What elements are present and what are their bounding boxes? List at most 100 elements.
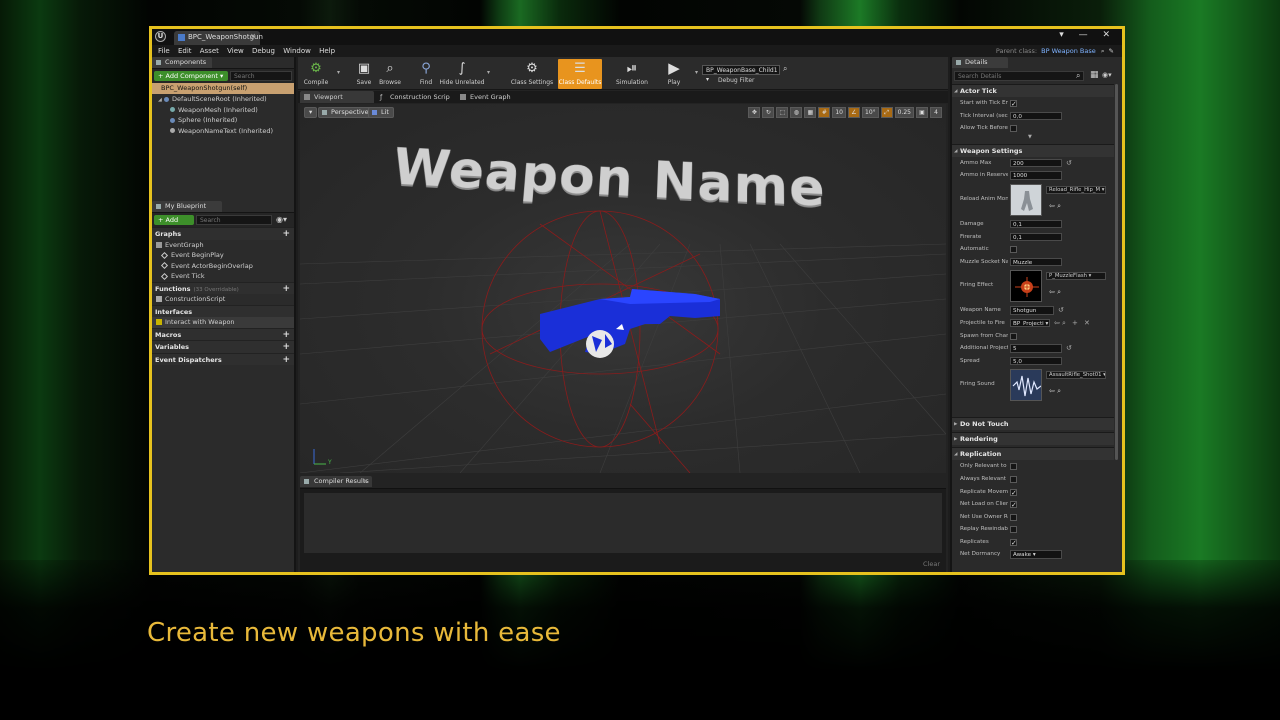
parent-class-link[interactable]: BP Weapon Base	[1041, 47, 1096, 55]
viewport[interactable]: Weapon Name Y ▾ Perspective Lit ✥ ↻ ⬚ ◍ …	[300, 104, 946, 473]
class-defaults-button[interactable]: ☰ Class Defaults	[558, 59, 602, 89]
lit-button[interactable]: Lit	[368, 107, 394, 118]
ammo-reserve-input[interactable]: 1000	[1010, 171, 1062, 180]
reset-icon[interactable]: ↺	[1066, 157, 1072, 170]
clear-button[interactable]: Clear	[923, 560, 940, 568]
firing-effect-select[interactable]: P_MuzzleFlash ▾	[1046, 272, 1106, 281]
my-blueprint-search-input[interactable]: Search	[196, 215, 272, 225]
grid-snap-icon[interactable]: #	[818, 107, 831, 118]
browse-button[interactable]: ⌕ Browse	[372, 59, 408, 89]
menu-help[interactable]: Help	[319, 45, 335, 57]
tree-item-weapon-mesh[interactable]: WeaponMesh (Inherited)	[152, 105, 294, 116]
replicates-checkbox[interactable]	[1010, 537, 1017, 549]
close-icon[interactable]: ×	[250, 32, 256, 40]
rotate-icon[interactable]: ↻	[762, 107, 775, 118]
construction-script-item[interactable]: ConstructionScript	[152, 294, 294, 305]
interact-with-weapon-item[interactable]: Interact with Weapon	[152, 317, 294, 328]
net-dormancy-select[interactable]: Awake ▾	[1010, 550, 1062, 559]
muzzle-socket-input[interactable]: Muzzle	[1010, 257, 1062, 267]
tab-viewport[interactable]: Viewport	[300, 91, 374, 103]
ammo-max-input[interactable]: 200	[1010, 158, 1062, 168]
surface-snap-icon[interactable]: ▦	[804, 107, 817, 118]
use-selected-icon[interactable]: ⇦	[1049, 202, 1055, 210]
debug-object-select[interactable]: BP_WeaponBase_Child1 ▾	[702, 65, 780, 83]
camera-speed-icon[interactable]: ▣	[916, 107, 928, 118]
play-button[interactable]: ▶ Play ▾	[656, 59, 698, 89]
tick-interval-input[interactable]: 0,0	[1010, 111, 1062, 121]
compile-button[interactable]: ⚙ Compile ▾	[298, 59, 340, 89]
event-graph-item[interactable]: EventGraph	[152, 240, 294, 251]
firerate-input[interactable]: 0,1	[1010, 232, 1062, 242]
scale-snap-icon[interactable]: ⤢	[880, 107, 893, 118]
menu-edit[interactable]: Edit	[178, 45, 192, 57]
grid-view-icon[interactable]: ▦	[1090, 70, 1099, 80]
category-actor-tick[interactable]: Actor Tick	[952, 84, 1114, 98]
document-tab[interactable]: BPC_WeaponShotgun ×	[174, 31, 263, 45]
close-icon[interactable]: ×	[363, 476, 368, 487]
window-controls[interactable]: ▾ — ✕	[1059, 30, 1116, 40]
interfaces-section[interactable]: Interfaces	[152, 304, 294, 317]
event-begin-play-item[interactable]: Event BeginPlay	[152, 250, 294, 261]
reload-anim-thumbnail[interactable]	[1010, 183, 1042, 216]
net-use-owner-checkbox[interactable]	[1010, 513, 1017, 521]
class-settings-button[interactable]: ⚙ Class Settings	[510, 59, 554, 89]
automatic-checkbox[interactable]	[1010, 246, 1017, 254]
menu-file[interactable]: File	[158, 45, 170, 57]
wrench-icon[interactable]: ✎	[1109, 47, 1114, 55]
advanced-expander[interactable]: ▼	[952, 134, 1114, 144]
use-selected-icon[interactable]: ⇦	[1049, 387, 1055, 395]
rotation-snap-icon[interactable]: ∠	[848, 107, 860, 118]
spawn-from-checkbox[interactable]	[1010, 332, 1017, 340]
firing-sound-select[interactable]: AssaultRifle_Shot01 ▾	[1046, 371, 1106, 380]
details-tab[interactable]: Details	[952, 57, 1008, 68]
search-icon[interactable]: ⌕	[1101, 47, 1105, 55]
viewport-options-button[interactable]: ▾	[304, 107, 318, 118]
eye-icon[interactable]: ◉▾	[276, 215, 287, 224]
chevron-down-icon[interactable]: ▾	[487, 69, 490, 76]
firing-effect-thumbnail[interactable]	[1010, 270, 1042, 303]
add-dispatcher-icon[interactable]: +	[282, 354, 290, 367]
menu-asset[interactable]: Asset	[200, 45, 219, 57]
category-replication[interactable]: Replication	[952, 447, 1114, 461]
variables-section[interactable]: Variables +	[152, 340, 294, 353]
spread-input[interactable]: 5,0	[1010, 356, 1062, 366]
rotation-snap-value[interactable]: 10°	[862, 107, 879, 118]
event-actor-begin-overlap-item[interactable]: Event ActorBeginOverlap	[152, 261, 294, 272]
event-tick-item[interactable]: Event Tick	[152, 271, 294, 282]
event-dispatchers-section[interactable]: Event Dispatchers +	[152, 352, 294, 367]
hide-unrelated-button[interactable]: ∫ Hide Unrelated ▾	[438, 59, 490, 89]
chevron-down-icon[interactable]: ▾	[695, 69, 698, 76]
use-selected-icon[interactable]: ⇦	[1054, 317, 1060, 330]
projectile-select[interactable]: BP_Projecti ▾	[1010, 318, 1050, 328]
additional-projectiles-input[interactable]: 5	[1010, 344, 1062, 353]
replay-rewindable-checkbox[interactable]	[1010, 526, 1017, 534]
firing-sound-thumbnail[interactable]	[1010, 369, 1042, 402]
menu-window[interactable]: Window	[283, 45, 311, 57]
browse-icon[interactable]: ⌕	[1057, 288, 1061, 296]
browse-icon[interactable]: ⌕	[1062, 317, 1066, 330]
tab-construction-script[interactable]: ƒ Construction Scrip	[376, 91, 454, 103]
translate-icon[interactable]: ✥	[748, 107, 761, 118]
browse-icon[interactable]: ⌕	[1057, 387, 1061, 395]
net-load-checkbox[interactable]	[1010, 499, 1017, 512]
graphs-section[interactable]: Graphs +	[152, 227, 294, 240]
damage-input[interactable]: 0,1	[1010, 219, 1062, 229]
category-weapon-settings[interactable]: Weapon Settings	[952, 143, 1114, 158]
perspective-button[interactable]: Perspective	[318, 107, 374, 118]
reset-icon[interactable]: ↺	[1066, 342, 1072, 355]
add-icon[interactable]: +	[1072, 317, 1078, 330]
add-new-button[interactable]: + Add New ▾	[154, 215, 194, 234]
details-scrollbar[interactable]	[1115, 84, 1118, 460]
camera-speed-value[interactable]: 4	[930, 107, 942, 118]
chevron-down-icon[interactable]: ▾	[337, 69, 340, 76]
tree-item-weapon-name-text[interactable]: WeaponNameText (Inherited)	[152, 126, 294, 137]
reload-anim-select[interactable]: Reload_Rifle_Hip_M ▾	[1046, 185, 1106, 194]
details-search-input[interactable]: Search Details	[954, 71, 1084, 81]
tree-item-default-scene-root[interactable]: ◢ DefaultSceneRoot (Inherited)	[152, 94, 294, 105]
component-self-item[interactable]: BPC_WeaponShotgun(self)	[152, 83, 294, 94]
weapon-name-input[interactable]: Shotgun	[1010, 306, 1054, 315]
category-do-not-touch[interactable]: Do Not Touch	[952, 417, 1114, 431]
only-relevant-checkbox[interactable]	[1010, 463, 1017, 471]
always-relevant-checkbox[interactable]	[1010, 475, 1017, 483]
components-tab[interactable]: Components	[152, 57, 212, 68]
